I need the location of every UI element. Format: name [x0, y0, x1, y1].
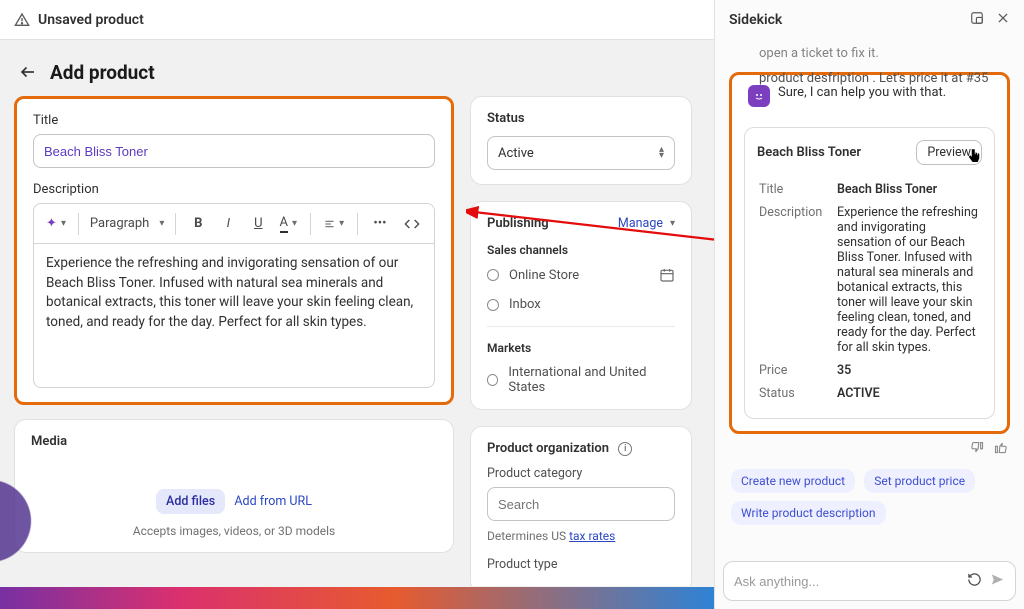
tax-hint: Determines US tax rates: [487, 529, 675, 543]
title-card: Title Description ✦▾ Paragraph▾ B I U A▾: [14, 96, 454, 405]
underline-button[interactable]: U: [244, 210, 272, 238]
chip-create-product[interactable]: Create new product: [731, 469, 855, 493]
chip-write-description[interactable]: Write product description: [731, 501, 886, 525]
title-label: Title: [33, 113, 435, 128]
dock-icon[interactable]: [970, 11, 984, 29]
align-left-icon: [324, 217, 335, 231]
assistant-avatar-icon: [748, 85, 770, 107]
tax-rates-link[interactable]: tax rates: [569, 529, 615, 543]
refresh-button[interactable]: [967, 572, 982, 591]
status-heading: Status: [487, 111, 675, 126]
decorative-gradient: [0, 587, 714, 609]
description-label: Description: [33, 182, 435, 197]
rte-toolbar: ✦▾ Paragraph▾ B I U A▾ ▾: [33, 203, 435, 243]
send-button[interactable]: [990, 572, 1005, 591]
table-row: DescriptionExperience the refreshing and…: [759, 202, 980, 358]
back-button[interactable]: [14, 58, 42, 86]
arrow-left-icon: [19, 63, 37, 81]
warning-icon: [14, 12, 30, 28]
chevron-down-icon: ▾: [670, 218, 675, 229]
table-row: TitleBeach Bliss Toner: [759, 179, 980, 200]
table-row: StatusACTIVE: [759, 383, 980, 404]
add-files-button[interactable]: Add files: [156, 489, 225, 514]
italic-button[interactable]: I: [214, 210, 242, 238]
ask-input-row: [723, 561, 1016, 601]
product-org-card: Product organization i Product category …: [470, 426, 692, 586]
markets-label: Markets: [487, 341, 675, 355]
channel-inbox[interactable]: Inbox: [487, 297, 675, 312]
publishing-heading: Publishing: [487, 216, 549, 231]
description-editor[interactable]: Experience the refreshing and invigorati…: [33, 243, 435, 388]
ask-input[interactable]: [734, 574, 959, 589]
feedback-row: [725, 434, 1014, 469]
thumbs-up-button[interactable]: [993, 441, 1008, 459]
product-type-label: Product type: [487, 557, 675, 572]
chip-set-price[interactable]: Set product price: [864, 469, 975, 493]
preview-button[interactable]: Preview: [916, 140, 982, 165]
table-row: Price35: [759, 360, 980, 381]
unsaved-bar: Unsaved product: [0, 0, 714, 40]
preview-table: TitleBeach Bliss Toner DescriptionExperi…: [757, 177, 982, 406]
ai-sparkle-button[interactable]: ✦▾: [42, 210, 70, 238]
assistant-reply: Sure, I can help you with that.: [778, 85, 946, 100]
sidekick-title: Sidekick: [729, 12, 782, 28]
status-card: Status Active ▴▾: [470, 96, 692, 185]
bold-button[interactable]: B: [184, 210, 212, 238]
thumbs-down-button[interactable]: [970, 441, 989, 459]
sidekick-highlight-card: Sure, I can help you with that. Beach Bl…: [729, 72, 1010, 434]
media-hint: Accepts images, videos, or 3D models: [31, 524, 437, 538]
page-title: Add product: [50, 61, 155, 84]
product-org-heading: Product organization i: [487, 441, 675, 456]
close-icon[interactable]: [996, 11, 1010, 29]
more-button[interactable]: •••: [366, 210, 394, 238]
market-intl[interactable]: International and United States: [487, 365, 675, 395]
title-input[interactable]: [33, 134, 435, 168]
align-button[interactable]: ▾: [319, 210, 349, 238]
suggestion-chips: Create new product Set product price Wri…: [725, 469, 1014, 541]
category-search-input[interactable]: [487, 487, 675, 521]
chevron-updown-icon: ▴▾: [659, 147, 664, 159]
preview-product-title: Beach Bliss Toner: [757, 145, 861, 160]
category-label: Product category: [487, 466, 675, 481]
code-icon: [404, 216, 420, 232]
paragraph-style-select[interactable]: Paragraph▾: [87, 210, 168, 238]
media-card: Media Add files Add from URL Accepts ima…: [14, 419, 454, 553]
decorative-blob: [0, 476, 40, 566]
calendar-icon[interactable]: [659, 267, 675, 283]
status-select[interactable]: Active ▴▾: [487, 136, 675, 170]
unsaved-title: Unsaved product: [38, 12, 144, 28]
add-from-url-button[interactable]: Add from URL: [234, 494, 312, 509]
sidekick-panel: Sidekick open a ticket to fix it. produc…: [714, 0, 1024, 609]
sales-channels-label: Sales channels: [487, 243, 675, 257]
manage-link[interactable]: Manage ▾: [618, 216, 675, 231]
media-heading: Media: [31, 434, 437, 449]
text-color-button[interactable]: A▾: [274, 210, 302, 238]
publishing-card: Publishing Manage ▾ Sales channels Onlin…: [470, 201, 692, 410]
chat-history-line: open a ticket to fix it.: [725, 44, 1014, 69]
code-view-button[interactable]: [398, 210, 426, 238]
channel-online-store[interactable]: Online Store: [487, 267, 675, 283]
status-value: Active: [498, 146, 534, 161]
info-icon[interactable]: i: [618, 442, 632, 456]
product-preview-card: Beach Bliss Toner Preview TitleBeach Bli…: [744, 127, 995, 419]
